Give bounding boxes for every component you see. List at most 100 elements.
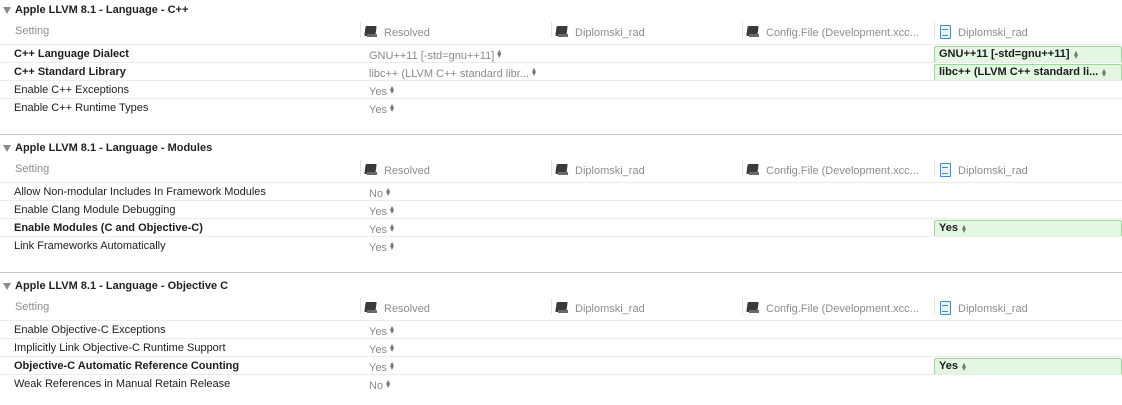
stepper-icon[interactable]: ▴ ▾ [390, 222, 394, 234]
override-value[interactable]: libc++ (LLVM C++ standard li... ▴ ▾ [934, 64, 1122, 81]
override-value[interactable]: GNU++11 [-std=gnu++11] ▴ ▾ [934, 46, 1122, 63]
resolved-value-text: Yes [369, 206, 387, 218]
disclosure-triangle-icon[interactable] [3, 145, 11, 152]
target-icon [747, 25, 760, 38]
stepper-icon[interactable]: ▴ ▾ [390, 360, 394, 372]
settings-section: Apple LLVM 8.1 - Language - Modules Setti… [0, 140, 1122, 258]
resolved-value-text: Yes [369, 362, 387, 374]
stepper-icon[interactable]: ▴ ▾ [390, 102, 394, 114]
resolved-value-text: Yes [369, 344, 387, 356]
column-header-label: Config.File (Development.xcc... [766, 27, 919, 39]
stepper-icon[interactable]: ▴ ▾ [390, 324, 394, 336]
setting-row[interactable]: Enable Objective-C Exceptions Yes ▴ ▾ [0, 320, 1122, 339]
stepper-icon[interactable]: ▴ ▾ [1102, 67, 1106, 79]
stepper-icon[interactable]: ▴ ▾ [532, 66, 536, 78]
resolved-value-text: No [369, 188, 384, 200]
stepper-icon[interactable]: ▴ ▾ [390, 84, 394, 96]
section-divider [0, 272, 1122, 273]
setting-row[interactable]: Enable Clang Module Debugging Yes ▴ ▾ [0, 200, 1122, 219]
section-header[interactable]: Apple LLVM 8.1 - Language - Modules [0, 140, 1122, 158]
stepper-icon[interactable]: ▴ ▾ [390, 204, 394, 216]
column-header-project[interactable]: Diplomski_rad [939, 25, 1028, 39]
section-title: Apple LLVM 8.1 - Language - C++ [15, 4, 189, 16]
column-header-config-file[interactable]: Config.File (Development.xcc... [747, 301, 919, 315]
resolved-value[interactable]: Yes ▴ ▾ [369, 324, 394, 339]
column-header-setting: Setting [15, 163, 50, 175]
resolved-value[interactable]: Yes ▴ ▾ [369, 360, 394, 375]
resolved-value[interactable]: No ▴ ▾ [369, 186, 390, 201]
stepper-icon[interactable]: ▴ ▾ [1074, 49, 1078, 61]
resolved-value-text: Yes [369, 242, 387, 254]
setting-name: Enable Objective-C Exceptions [14, 324, 166, 336]
resolved-value[interactable]: Yes ▴ ▾ [369, 222, 394, 237]
column-header-label: Diplomski_rad [575, 165, 645, 177]
column-header-target[interactable]: Diplomski_rad [556, 163, 645, 177]
resolved-value[interactable]: Yes ▴ ▾ [369, 342, 394, 357]
disclosure-triangle-icon[interactable] [3, 7, 11, 14]
resolved-value-text: No [369, 380, 384, 392]
override-value-text: libc++ (LLVM C++ standard li... [939, 66, 1099, 78]
section-title: Apple LLVM 8.1 - Language - Modules [15, 142, 213, 154]
column-header-config-file[interactable]: Config.File (Development.xcc... [747, 25, 919, 39]
setting-name: Enable C++ Exceptions [14, 84, 129, 96]
resolved-value[interactable]: Yes ▴ ▾ [369, 240, 394, 255]
setting-name: C++ Standard Library [14, 66, 126, 78]
resolved-value-text: Yes [369, 104, 387, 116]
setting-name: Allow Non-modular Includes In Framework … [14, 186, 266, 198]
stepper-icon[interactable]: ▴ ▾ [390, 342, 394, 354]
column-header-resolved[interactable]: Resolved [365, 163, 430, 177]
setting-name: C++ Language Dialect [14, 48, 129, 60]
stepper-icon[interactable]: ▴ ▾ [386, 186, 390, 198]
column-header-config-file[interactable]: Config.File (Development.xcc... [747, 163, 919, 177]
setting-row[interactable]: C++ Language Dialect GNU++11 [-std=gnu++1… [0, 44, 1122, 63]
section-header[interactable]: Apple LLVM 8.1 - Language - C++ [0, 2, 1122, 20]
setting-row[interactable]: Weak References in Manual Retain Release… [0, 374, 1122, 393]
settings-section: Apple LLVM 8.1 - Language - C++ Setting Re… [0, 2, 1122, 120]
setting-row[interactable]: Allow Non-modular Includes In Framework … [0, 182, 1122, 201]
setting-row[interactable]: Enable C++ Exceptions Yes ▴ ▾ [0, 80, 1122, 99]
stepper-icon[interactable]: ▴ ▾ [497, 48, 501, 60]
setting-name: Implicitly Link Objective-C Runtime Supp… [14, 342, 226, 354]
resolved-value-text: GNU++11 [-std=gnu++11] [369, 50, 495, 62]
override-value-text: Yes [939, 222, 958, 234]
section-title: Apple LLVM 8.1 - Language - Objective C [15, 280, 229, 292]
column-separator [551, 160, 552, 176]
setting-row[interactable]: Enable C++ Runtime Types Yes ▴ ▾ [0, 98, 1122, 117]
setting-row[interactable]: Objective-C Automatic Reference Counting… [0, 356, 1122, 375]
column-header-row: Setting Resolved Diplomski_rad Config.File … [0, 158, 1122, 182]
project-file-icon [939, 25, 952, 39]
resolved-value[interactable]: GNU++11 [-std=gnu++11] ▴ ▾ [369, 48, 501, 63]
column-header-resolved[interactable]: Resolved [365, 301, 430, 315]
column-header-label: Config.File (Development.xcc... [766, 165, 919, 177]
stepper-icon[interactable]: ▴ ▾ [390, 240, 394, 252]
column-header-target[interactable]: Diplomski_rad [556, 25, 645, 39]
override-value[interactable]: Yes ▴ ▾ [934, 220, 1122, 237]
override-value[interactable]: Yes ▴ ▾ [934, 358, 1122, 375]
setting-row[interactable]: Implicitly Link Objective-C Runtime Supp… [0, 338, 1122, 357]
resolved-value-text: libc++ (LLVM C++ standard libr... [369, 68, 529, 80]
resolved-value[interactable]: libc++ (LLVM C++ standard libr... ▴ ▾ [369, 66, 536, 81]
column-header-project[interactable]: Diplomski_rad [939, 301, 1028, 315]
resolved-value[interactable]: Yes ▴ ▾ [369, 204, 394, 219]
column-header-label: Diplomski_rad [958, 165, 1028, 177]
resolved-value[interactable]: Yes ▴ ▾ [369, 102, 394, 117]
column-header-row: Setting Resolved Diplomski_rad Config.File … [0, 20, 1122, 44]
resolved-value[interactable]: Yes ▴ ▾ [369, 84, 394, 99]
stepper-icon[interactable]: ▴ ▾ [962, 223, 966, 235]
stepper-icon[interactable]: ▴ ▾ [386, 378, 390, 390]
disclosure-triangle-icon[interactable] [3, 283, 11, 290]
column-separator [934, 160, 935, 176]
column-separator [934, 22, 935, 38]
target-icon [365, 25, 378, 38]
column-header-label: Config.File (Development.xcc... [766, 303, 919, 315]
section-header[interactable]: Apple LLVM 8.1 - Language - Objective C [0, 278, 1122, 296]
setting-row[interactable]: Link Frameworks Automatically Yes ▴ ▾ [0, 236, 1122, 255]
resolved-value[interactable]: No ▴ ▾ [369, 378, 390, 393]
column-header-resolved[interactable]: Resolved [365, 25, 430, 39]
stepper-icon[interactable]: ▴ ▾ [962, 361, 966, 373]
column-separator [742, 22, 743, 38]
column-header-project[interactable]: Diplomski_rad [939, 163, 1028, 177]
column-header-target[interactable]: Diplomski_rad [556, 301, 645, 315]
setting-row[interactable]: C++ Standard Library libc++ (LLVM C++ sta… [0, 62, 1122, 81]
setting-row[interactable]: Enable Modules (C and Objective-C) Yes ▴ ▾ Y… [0, 218, 1122, 237]
